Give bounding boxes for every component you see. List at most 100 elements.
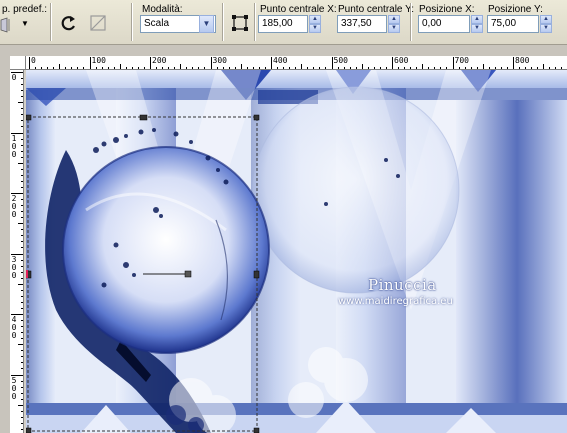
- ruler-tick: [21, 108, 23, 110]
- tool-options-bar: p. predef.: ▼ Modalità: Scala ▼ Punto ce…: [0, 0, 567, 45]
- ruler-tick: [21, 78, 23, 80]
- ruler-tick: [21, 96, 23, 98]
- ruler-tick: [513, 57, 514, 69]
- ruler-tick: [21, 338, 23, 340]
- ruler-tick: [21, 326, 23, 328]
- ruler-tick: [21, 229, 23, 231]
- ruler-tick: [18, 283, 23, 285]
- transform-icon[interactable]: [229, 12, 251, 34]
- ruler-tick: [21, 368, 23, 370]
- ruler-tick: [21, 150, 23, 152]
- ruler-label: 500: [11, 375, 17, 401]
- ruler-tick: [21, 247, 23, 249]
- ruler-label: 700: [454, 56, 469, 65]
- ruler-tick: [18, 344, 23, 346]
- ruler-tick: [21, 217, 23, 219]
- ruler-tick: [21, 295, 23, 297]
- center-x-field[interactable]: 185,00: [258, 15, 308, 33]
- ruler-label: 100: [11, 133, 17, 159]
- preset-icon[interactable]: [0, 16, 18, 34]
- preset-label: p. predef.:: [2, 4, 48, 15]
- image-canvas[interactable]: Pinuccia www.maidiregrafica.eu: [26, 70, 567, 433]
- separator: [254, 3, 256, 41]
- pos-x-field[interactable]: 0,00: [418, 15, 470, 33]
- ruler-label: 100: [91, 56, 106, 65]
- ruler-tick: [21, 362, 23, 364]
- ruler-tick: [21, 205, 23, 207]
- ruler-tick: [29, 57, 30, 69]
- ruler-tick: [21, 265, 23, 267]
- ruler-tick: [21, 241, 23, 243]
- flip-icon[interactable]: [87, 12, 109, 34]
- ruler-label: 0: [11, 73, 17, 82]
- ruler-horizontal[interactable]: 0 100 200 300 400 500 600 700 800: [26, 56, 567, 70]
- ruler-tick: [18, 223, 23, 225]
- rotate-icon[interactable]: [58, 12, 80, 34]
- ruler-vertical[interactable]: 0 100 200 300 400 500: [10, 70, 24, 433]
- ruler-tick: [21, 114, 23, 116]
- ruler-corner: [10, 56, 26, 70]
- ruler-label: 600: [394, 56, 409, 65]
- pos-x-label: Posizione X:: [419, 4, 475, 15]
- pos-y-label: Posizione Y:: [488, 4, 543, 15]
- ruler-tick: [21, 320, 23, 322]
- pos-y-field[interactable]: 75,00: [487, 15, 539, 33]
- pos-y-spinner[interactable]: ▲ ▼: [540, 15, 552, 33]
- ruler-tick: [21, 301, 23, 303]
- ruler-tick: [21, 380, 23, 382]
- ruler-tick: [21, 126, 23, 128]
- ruler-tick: [18, 162, 23, 164]
- ruler-tick: [21, 138, 23, 140]
- ruler-tick: [21, 416, 23, 418]
- ruler-tick: [21, 235, 23, 237]
- preset-dropdown-arrow[interactable]: ▼: [21, 19, 29, 28]
- ruler-tick: [21, 289, 23, 291]
- watermark-url: www.maidiregrafica.eu: [338, 296, 453, 307]
- ruler-tick: [210, 57, 212, 69]
- ruler-tick: [21, 156, 23, 158]
- mode-label: Modalità:: [142, 4, 183, 15]
- ruler-tick: [21, 350, 23, 352]
- watermark-name: Pinuccia: [368, 276, 437, 294]
- ruler-tick: [21, 271, 23, 273]
- artwork: [26, 70, 567, 433]
- ruler-tick: [21, 186, 23, 188]
- ruler-tick: [89, 57, 91, 69]
- ruler-tick: [21, 174, 23, 176]
- ruler-tick: [21, 307, 23, 309]
- ruler-tick: [21, 428, 23, 430]
- ruler-tick: [21, 180, 23, 182]
- ruler-tick: [21, 90, 23, 92]
- separator: [50, 3, 52, 41]
- ruler-tick: [18, 102, 23, 104]
- ruler-tick: [21, 410, 23, 412]
- ruler-tick: [21, 199, 23, 201]
- pos-x-spinner[interactable]: ▲ ▼: [471, 15, 483, 33]
- ruler-tick: [271, 57, 272, 69]
- separator: [131, 3, 133, 41]
- ruler-tick: [21, 386, 23, 388]
- ruler-tick: [21, 422, 23, 424]
- ruler-label: 800: [515, 56, 530, 65]
- center-x-spinner[interactable]: ▲ ▼: [309, 15, 321, 33]
- ruler-label: 400: [11, 315, 17, 340]
- ruler-tick: [21, 84, 23, 86]
- ruler-label: 200: [152, 56, 167, 65]
- center-y-label: Punto centrale Y:: [338, 4, 414, 15]
- workspace-left-edge: [0, 56, 10, 433]
- workspace-background: [0, 45, 567, 56]
- ruler-tick: [21, 356, 23, 358]
- chevron-down-icon[interactable]: ▼: [199, 15, 214, 33]
- ruler-tick: [150, 57, 151, 69]
- ruler-tick: [21, 144, 23, 146]
- ruler-label: 300: [11, 254, 17, 280]
- ruler-label: 500: [333, 56, 348, 65]
- ruler-tick: [21, 277, 23, 279]
- ruler-label: 400: [273, 56, 288, 65]
- ruler-tick: [21, 332, 23, 334]
- separator: [222, 3, 224, 41]
- center-y-field[interactable]: 337,50: [337, 15, 387, 33]
- ruler-tick: [331, 57, 333, 69]
- ruler-tick: [21, 392, 23, 394]
- center-y-spinner[interactable]: ▲ ▼: [388, 15, 400, 33]
